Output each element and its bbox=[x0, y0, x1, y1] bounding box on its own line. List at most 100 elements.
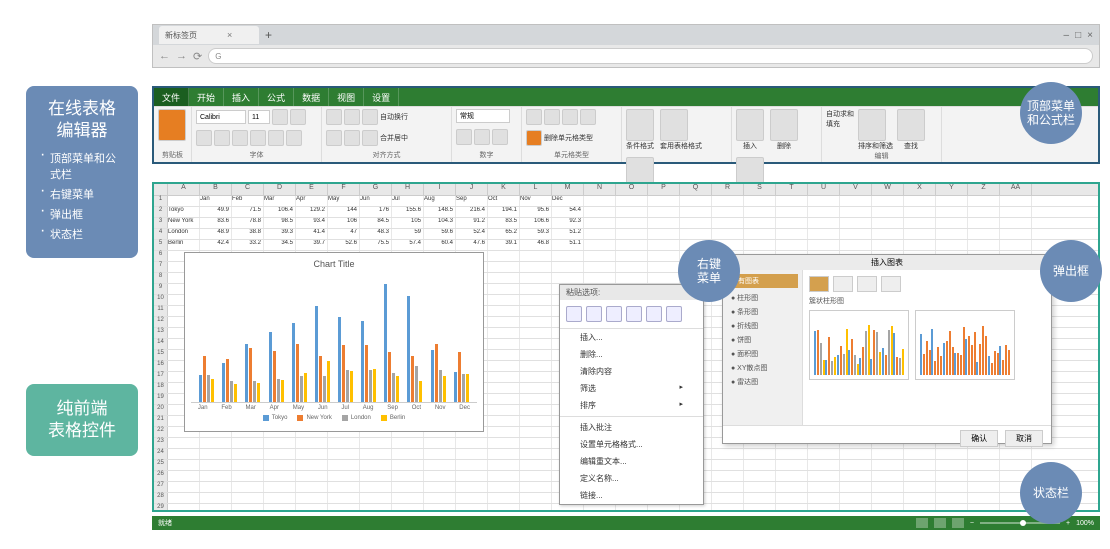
cell[interactable] bbox=[808, 196, 840, 206]
cell[interactable] bbox=[520, 504, 552, 512]
cell[interactable] bbox=[680, 207, 712, 217]
row-header[interactable]: 20 bbox=[154, 405, 168, 415]
cell[interactable] bbox=[584, 207, 616, 217]
row-header[interactable]: 28 bbox=[154, 493, 168, 503]
cell[interactable] bbox=[712, 207, 744, 217]
delete-cell-button[interactable] bbox=[770, 109, 798, 141]
cell[interactable] bbox=[488, 295, 520, 305]
row-header[interactable]: 3 bbox=[154, 218, 168, 228]
cell[interactable]: Dec bbox=[552, 196, 584, 206]
cell[interactable]: 39.7 bbox=[296, 240, 328, 250]
align-right-icon[interactable] bbox=[362, 130, 378, 146]
cell[interactable] bbox=[744, 504, 776, 512]
cell[interactable] bbox=[840, 493, 872, 503]
cell[interactable] bbox=[200, 460, 232, 470]
col-header[interactable]: O bbox=[616, 184, 648, 195]
col-header[interactable]: B bbox=[200, 184, 232, 195]
cell[interactable] bbox=[712, 196, 744, 206]
cell[interactable] bbox=[520, 361, 552, 371]
col-header[interactable]: M bbox=[552, 184, 584, 195]
cell[interactable] bbox=[552, 504, 584, 512]
cell[interactable] bbox=[392, 504, 424, 512]
cell[interactable] bbox=[808, 493, 840, 503]
dialog-side-item[interactable]: ● 柱形图 bbox=[727, 291, 798, 305]
cell[interactable] bbox=[1000, 196, 1032, 206]
cell[interactable] bbox=[648, 240, 680, 250]
cell[interactable]: 57.4 bbox=[392, 240, 424, 250]
cell[interactable]: Oct bbox=[488, 196, 520, 206]
cell[interactable] bbox=[616, 273, 648, 283]
cell[interactable]: 75.5 bbox=[360, 240, 392, 250]
cell[interactable]: 148.5 bbox=[424, 207, 456, 217]
cell[interactable] bbox=[424, 482, 456, 492]
row-header[interactable]: 15 bbox=[154, 350, 168, 360]
cell[interactable] bbox=[1000, 240, 1032, 250]
cell[interactable] bbox=[968, 471, 1000, 481]
cell[interactable]: Jan bbox=[200, 196, 232, 206]
cell[interactable] bbox=[968, 240, 1000, 250]
ribbon-tab[interactable]: 数据 bbox=[294, 88, 329, 106]
row-header[interactable]: 19 bbox=[154, 394, 168, 404]
cell[interactable] bbox=[328, 460, 360, 470]
cell[interactable]: 106.6 bbox=[520, 218, 552, 228]
cell[interactable] bbox=[840, 240, 872, 250]
row-header[interactable]: 14 bbox=[154, 339, 168, 349]
zoom-out-icon[interactable]: − bbox=[970, 520, 974, 527]
cell[interactable] bbox=[776, 229, 808, 239]
cell[interactable]: 49.9 bbox=[200, 207, 232, 217]
ctx-menu-item[interactable]: 插入批注 bbox=[560, 419, 703, 436]
cell[interactable] bbox=[200, 493, 232, 503]
cell[interactable]: 48.9 bbox=[200, 229, 232, 239]
cell[interactable] bbox=[904, 229, 936, 239]
cell[interactable] bbox=[520, 339, 552, 349]
col-header[interactable]: K bbox=[488, 184, 520, 195]
cell[interactable] bbox=[904, 218, 936, 228]
cell[interactable] bbox=[968, 218, 1000, 228]
cell[interactable] bbox=[296, 482, 328, 492]
cell[interactable] bbox=[872, 504, 904, 512]
underline-icon[interactable] bbox=[232, 130, 248, 146]
cell[interactable]: 48.3 bbox=[360, 229, 392, 239]
ctx-menu-item[interactable]: 排序 bbox=[560, 397, 703, 414]
cell[interactable] bbox=[520, 438, 552, 448]
cell[interactable]: 52.4 bbox=[456, 229, 488, 239]
cell[interactable] bbox=[520, 427, 552, 437]
italic-icon[interactable] bbox=[214, 130, 230, 146]
cell[interactable] bbox=[808, 229, 840, 239]
cell[interactable] bbox=[520, 493, 552, 503]
cell[interactable]: New York bbox=[168, 218, 200, 228]
col-header[interactable]: C bbox=[232, 184, 264, 195]
col-header[interactable]: H bbox=[392, 184, 424, 195]
zoom-in-icon[interactable]: + bbox=[1066, 520, 1070, 527]
cell[interactable] bbox=[296, 493, 328, 503]
cell[interactable]: 47 bbox=[328, 229, 360, 239]
cell[interactable]: 41.4 bbox=[296, 229, 328, 239]
col-header[interactable]: A bbox=[168, 184, 200, 195]
row-header[interactable]: 12 bbox=[154, 317, 168, 327]
cell[interactable]: 144 bbox=[328, 207, 360, 217]
cell[interactable] bbox=[520, 471, 552, 481]
delete-celltype-button[interactable] bbox=[526, 130, 542, 146]
cell[interactable] bbox=[936, 196, 968, 206]
paste-button[interactable] bbox=[158, 109, 186, 141]
cell[interactable] bbox=[200, 449, 232, 459]
cell[interactable]: 106 bbox=[328, 218, 360, 228]
cell[interactable] bbox=[744, 482, 776, 492]
cell[interactable] bbox=[552, 262, 584, 272]
fill-color-icon[interactable] bbox=[268, 130, 284, 146]
cell[interactable] bbox=[520, 306, 552, 316]
align-mid-icon[interactable] bbox=[344, 109, 360, 125]
chart-preview[interactable] bbox=[809, 310, 909, 380]
row-header[interactable]: 21 bbox=[154, 416, 168, 426]
cell[interactable] bbox=[904, 460, 936, 470]
cell[interactable] bbox=[968, 482, 1000, 492]
cell[interactable]: Tokyo bbox=[168, 207, 200, 217]
cell[interactable] bbox=[392, 449, 424, 459]
cell[interactable] bbox=[328, 438, 360, 448]
cell[interactable] bbox=[840, 196, 872, 206]
cell[interactable]: Apr bbox=[296, 196, 328, 206]
cell[interactable] bbox=[616, 262, 648, 272]
chart-preview[interactable] bbox=[915, 310, 1015, 380]
cell[interactable] bbox=[840, 471, 872, 481]
cell[interactable] bbox=[424, 449, 456, 459]
